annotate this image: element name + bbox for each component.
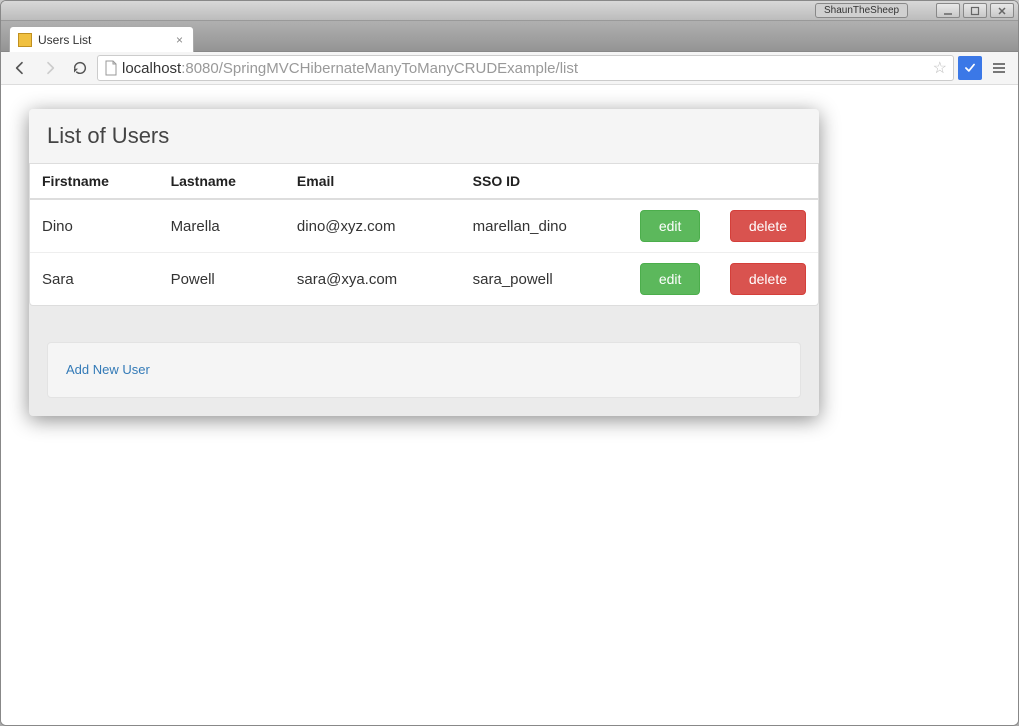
extension-icon[interactable] [958, 56, 982, 80]
cell-lastname: Powell [159, 253, 285, 306]
col-lastname: Lastname [159, 164, 285, 199]
page-icon [104, 60, 118, 76]
page-title: List of Users [29, 109, 819, 164]
cell-delete: delete [718, 253, 818, 306]
bookmark-star-icon[interactable]: ☆ [933, 58, 947, 78]
back-button[interactable] [7, 55, 33, 81]
cell-email: sara@xya.com [285, 253, 461, 306]
titlebar: ShaunTheSheep [1, 1, 1018, 21]
cell-edit: edit [628, 253, 718, 306]
users-table: Firstname Lastname Email SSO ID DinoMare… [30, 164, 818, 305]
col-edit [628, 164, 718, 199]
users-panel: List of Users Firstname Lastname Email S… [29, 109, 819, 416]
cell-lastname: Marella [159, 199, 285, 253]
reload-button[interactable] [67, 55, 93, 81]
page-content: List of Users Firstname Lastname Email S… [1, 85, 1018, 725]
table-row: SaraPowellsara@xya.comsara_powell editdel… [30, 253, 818, 306]
delete-button[interactable]: delete [730, 210, 806, 242]
col-delete [718, 164, 818, 199]
cell-firstname: Dino [30, 199, 159, 253]
add-new-user-link[interactable]: Add New User [66, 362, 150, 377]
table-row: DinoMarelladino@xyz.commarellan_dino edit… [30, 199, 818, 253]
col-ssoid: SSO ID [461, 164, 628, 199]
users-table-wrap: Firstname Lastname Email SSO ID DinoMare… [29, 164, 819, 306]
cell-edit: edit [628, 199, 718, 253]
cell-firstname: Sara [30, 253, 159, 306]
tab-users-list[interactable]: Users List × [9, 26, 194, 52]
delete-button[interactable]: delete [730, 263, 806, 295]
tab-strip: Users List × [1, 21, 1018, 52]
close-window-button[interactable] [990, 3, 1014, 18]
panel-body: Add New User [29, 306, 819, 416]
tab-title: Users List [38, 33, 168, 47]
favicon-icon [18, 33, 32, 47]
col-email: Email [285, 164, 461, 199]
edit-button[interactable]: edit [640, 263, 701, 295]
cell-email: dino@xyz.com [285, 199, 461, 253]
col-firstname: Firstname [30, 164, 159, 199]
edit-button[interactable]: edit [640, 210, 701, 242]
menu-button[interactable] [986, 55, 1012, 81]
cell-delete: delete [718, 199, 818, 253]
titlebar-app-label: ShaunTheSheep [815, 3, 908, 18]
cell-ssoid: sara_powell [461, 253, 628, 306]
browser-toolbar: localhost:8080/SpringMVCHibernateManyToM… [1, 52, 1018, 85]
minimize-button[interactable] [936, 3, 960, 18]
cell-ssoid: marellan_dino [461, 199, 628, 253]
maximize-button[interactable] [963, 3, 987, 18]
forward-button[interactable] [37, 55, 63, 81]
address-bar[interactable]: localhost:8080/SpringMVCHibernateManyToM… [97, 55, 954, 81]
url-text: localhost:8080/SpringMVCHibernateManyToM… [122, 60, 929, 77]
close-tab-icon[interactable]: × [174, 33, 185, 47]
add-user-well: Add New User [47, 342, 801, 398]
